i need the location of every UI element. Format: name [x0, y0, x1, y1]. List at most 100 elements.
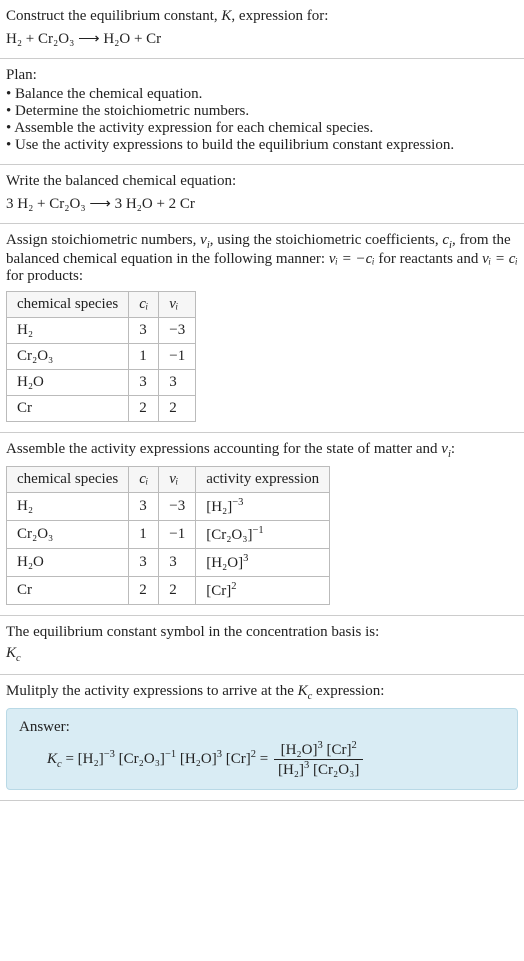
stoich-intro: Assign stoichiometric numbers, νi, using…	[6, 232, 518, 285]
plan-list: Balance the chemical equation. Determine…	[6, 86, 518, 154]
cell-nu: −3	[159, 493, 196, 521]
act-base: [Cr₂O₃]	[206, 527, 252, 543]
stoich-post: for products:	[6, 268, 83, 284]
plan-title: Plan:	[6, 67, 518, 84]
cell-c: 3	[129, 318, 159, 344]
activity-pre: Assemble the activity expressions accoun…	[6, 441, 441, 457]
col-c: cᵢ	[129, 292, 159, 318]
nu-symbol: ν	[200, 232, 207, 248]
term-base: [H₂O]	[180, 751, 217, 767]
cell-species: Cr₂O₃	[7, 344, 129, 370]
answer-section: Mulitply the activity expressions to arr…	[0, 675, 524, 801]
intro-line: Construct the equilibrium constant, K, e…	[6, 8, 518, 25]
cell-nu: 3	[159, 549, 196, 577]
activity-table: chemical species cᵢ νᵢ activity expressi…	[6, 466, 330, 605]
cell-species: Cr	[7, 577, 129, 605]
plan-item: Determine the stoichiometric numbers.	[6, 103, 518, 120]
kc-section: The equilibrium constant symbol in the c…	[0, 616, 524, 675]
act-exp: 3	[243, 553, 248, 564]
col-activity: activity expression	[196, 467, 330, 493]
stoich-mid1: , using the stoichiometric coefficients,	[210, 232, 443, 248]
act-base: [H₂]	[206, 499, 232, 515]
cell-nu: −3	[159, 318, 196, 344]
table-row: H₂3−3[H₂]−3	[7, 493, 330, 521]
k-letter: K	[298, 683, 308, 699]
term-base: [Cr₂O₃]	[119, 751, 165, 767]
k-sub: c	[16, 653, 21, 664]
activity-section: Assemble the activity expressions accoun…	[0, 433, 524, 616]
term-base: [Cr₂O₃]	[313, 762, 359, 778]
term-base: [H₂O]	[281, 742, 318, 758]
multiply-pre: Mulitply the activity expressions to arr…	[6, 683, 298, 699]
col-nu-label: νᵢ	[169, 296, 178, 312]
cell-nu: −1	[159, 344, 196, 370]
cell-activity: [H₂O]3	[196, 549, 330, 577]
plan-item: Balance the chemical equation.	[6, 86, 518, 103]
col-c-label: cᵢ	[139, 296, 148, 312]
term-exp: 2	[251, 749, 256, 760]
plan-section: Plan: Balance the chemical equation. Det…	[0, 59, 524, 165]
col-species: chemical species	[7, 467, 129, 493]
cell-species: H₂	[7, 493, 129, 521]
rel-react: νᵢ = −cᵢ	[329, 251, 375, 267]
kc-line: The equilibrium constant symbol in the c…	[6, 624, 518, 641]
table-row: H₂O33[H₂O]3	[7, 549, 330, 577]
table-row: Cr22[Cr]2	[7, 577, 330, 605]
cell-nu: 2	[159, 396, 196, 422]
cell-activity: [Cr]2	[196, 577, 330, 605]
table-header-row: chemical species cᵢ νᵢ activity expressi…	[7, 467, 330, 493]
stoich-table: chemical species cᵢ νᵢ H₂3−3 Cr₂O₃1−1 H₂…	[6, 291, 196, 422]
rel-prod: νᵢ = cᵢ	[482, 251, 518, 267]
term-base: [Cr]	[326, 742, 351, 758]
stoich-pre: Assign stoichiometric numbers,	[6, 232, 200, 248]
cell-species: Cr₂O₃	[7, 521, 129, 549]
act-exp: −1	[253, 525, 264, 536]
term-exp: 3	[304, 760, 309, 771]
multiply-post: expression:	[312, 683, 384, 699]
cell-nu: −1	[159, 521, 196, 549]
term-exp: 3	[317, 740, 322, 751]
equals: =	[260, 751, 272, 767]
term-exp: 3	[217, 749, 222, 760]
table-row: Cr₂O₃1−1	[7, 344, 196, 370]
cell-nu: 3	[159, 370, 196, 396]
balanced-title: Write the balanced chemical equation:	[6, 173, 518, 190]
table-header-row: chemical species cᵢ νᵢ	[7, 292, 196, 318]
multiply-line: Mulitply the activity expressions to arr…	[6, 683, 518, 702]
table-row: Cr₂O₃1−1[Cr₂O₃]−1	[7, 521, 330, 549]
k-symbol: K	[221, 8, 231, 24]
numerator: [H₂O]3 [Cr]2	[274, 740, 363, 760]
cell-c: 3	[129, 549, 159, 577]
intro-pre: Construct the equilibrium constant,	[6, 8, 221, 24]
cell-species: H₂	[7, 318, 129, 344]
activity-post: :	[451, 441, 455, 457]
table-row: H₂3−3	[7, 318, 196, 344]
equals: =	[62, 751, 78, 767]
unbalanced-equation: H₂ + Cr₂O₃ ⟶ H₂O + Cr	[6, 29, 518, 48]
balanced-section: Write the balanced chemical equation: 3 …	[0, 165, 524, 224]
term-base: [H₂]	[78, 751, 104, 767]
cell-nu: 2	[159, 577, 196, 605]
activity-intro: Assemble the activity expressions accoun…	[6, 441, 518, 460]
plan-item: Assemble the activity expression for eac…	[6, 120, 518, 137]
act-exp: 2	[231, 581, 236, 592]
col-species: chemical species	[7, 292, 129, 318]
cell-c: 2	[129, 577, 159, 605]
intro-section: Construct the equilibrium constant, K, e…	[0, 0, 524, 59]
stoich-mid3: for reactants and	[375, 251, 482, 267]
stoich-section: Assign stoichiometric numbers, νi, using…	[0, 224, 524, 433]
cell-species: Cr	[7, 396, 129, 422]
c-symbol: c	[442, 232, 449, 248]
kc-symbol: Kc	[6, 645, 518, 664]
col-nu: νᵢ	[159, 292, 196, 318]
cell-activity: [Cr₂O₃]−1	[196, 521, 330, 549]
cell-c: 1	[129, 344, 159, 370]
col-c: cᵢ	[129, 467, 159, 493]
denominator: [H₂]3 [Cr₂O₃]	[274, 760, 363, 779]
k-letter: K	[47, 751, 57, 767]
cell-species: H₂O	[7, 549, 129, 577]
term-exp: −1	[165, 749, 176, 760]
act-exp: −3	[232, 497, 243, 508]
term-exp: 2	[351, 740, 356, 751]
cell-c: 3	[129, 370, 159, 396]
